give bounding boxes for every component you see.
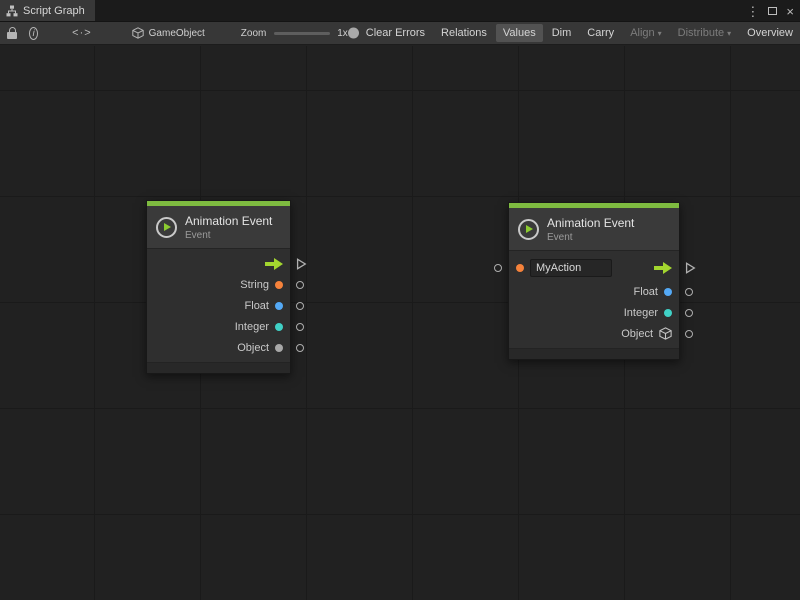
window-controls: ⋮ × [746,0,794,22]
align-dropdown[interactable]: Align ▾ [623,24,668,42]
output-row-object: Object [509,323,679,344]
output-row-object: Object [147,337,290,358]
output-row-integer: Integer [147,316,290,337]
dim-button[interactable]: Dim [545,24,579,42]
float-type-dot [275,302,283,310]
string-type-dot [516,264,524,272]
event-play-icon [156,217,177,238]
node-subtitle: Event [547,232,634,243]
graph-canvas[interactable]: Animation Event Event String Float [0,46,800,600]
string-input-row [509,255,679,281]
window-maximize-icon[interactable] [768,7,777,15]
event-play-icon [518,219,539,240]
code-view-icon[interactable]: <·> [72,27,92,39]
object-type-dot [275,344,283,352]
relations-button[interactable]: Relations [434,24,494,42]
lock-icon[interactable] [7,27,17,39]
integer-type-dot [664,309,672,317]
object-cube-icon [659,327,672,340]
output-port-float[interactable] [685,288,693,296]
output-port-string[interactable] [296,281,304,289]
node-header: Animation Event Event [147,206,290,248]
integer-type-dot [275,323,283,331]
distribute-label: Distribute [678,27,724,39]
output-port-object[interactable] [296,344,304,352]
node-footer [147,362,290,373]
flow-arrow-icon [265,258,283,270]
window-close-icon[interactable]: × [786,5,794,18]
zoom-slider-thumb[interactable] [348,28,359,39]
node-body: String Float Integer Object [147,248,290,362]
node-animation-event-left[interactable]: Animation Event Event String Float [146,200,291,374]
output-row-float: Float [509,281,679,302]
clear-errors-button[interactable]: Clear Errors [359,24,432,42]
chevron-down-icon: ▾ [727,29,731,38]
port-label: Integer [624,307,658,319]
tab-script-graph[interactable]: Script Graph [0,0,95,21]
flow-output-port[interactable] [296,257,307,270]
output-row-integer: Integer [509,302,679,323]
float-type-dot [664,288,672,296]
target-gameobject-label: GameObject [149,28,205,39]
flow-arrow-icon [654,262,672,274]
output-port-integer[interactable] [685,309,693,317]
node-footer [509,348,679,359]
node-animation-event-right[interactable]: Animation Event Event Float [508,202,680,360]
port-label: Float [634,286,658,298]
node-title: Animation Event [547,216,634,230]
flow-output-row [147,253,290,274]
node-body: Float Integer Object [509,250,679,348]
string-type-dot [275,281,283,289]
output-row-string: String [147,274,290,295]
script-graph-icon [6,5,18,17]
tab-bar: Script Graph ⋮ × [0,0,800,22]
string-input[interactable] [530,259,612,277]
overview-button[interactable]: Overview [740,24,800,42]
node-title: Animation Event [185,214,272,228]
carry-button[interactable]: Carry [580,24,621,42]
chevron-down-icon: ▾ [658,29,662,38]
node-header: Animation Event Event [509,208,679,250]
output-port-float[interactable] [296,302,304,310]
port-label: Object [621,328,653,340]
graph-toolbar: i <·> GameObject Zoom 1x Clear Errors Re… [0,22,800,45]
gameobject-icon [132,27,144,39]
zoom-slider[interactable] [274,32,330,35]
port-label: Object [237,342,269,354]
tab-title: Script Graph [23,5,85,17]
values-button[interactable]: Values [496,24,543,42]
port-label: String [240,279,269,291]
port-label: Float [245,300,269,312]
zoom-value: 1x [337,28,348,39]
info-icon[interactable]: i [29,27,38,40]
window-menu-icon[interactable]: ⋮ [746,5,759,18]
zoom-label: Zoom [241,28,267,39]
flow-output-port[interactable] [685,262,696,275]
script-graph-window: Script Graph ⋮ × i <·> GameObject Zoom 1… [0,0,800,600]
output-port-integer[interactable] [296,323,304,331]
node-subtitle: Event [185,230,272,241]
distribute-dropdown[interactable]: Distribute▾ [671,24,738,42]
align-label: Align [630,27,654,39]
input-port-string[interactable] [494,264,502,272]
port-label: Integer [235,321,269,333]
output-port-object[interactable] [685,330,693,338]
output-row-float: Float [147,295,290,316]
